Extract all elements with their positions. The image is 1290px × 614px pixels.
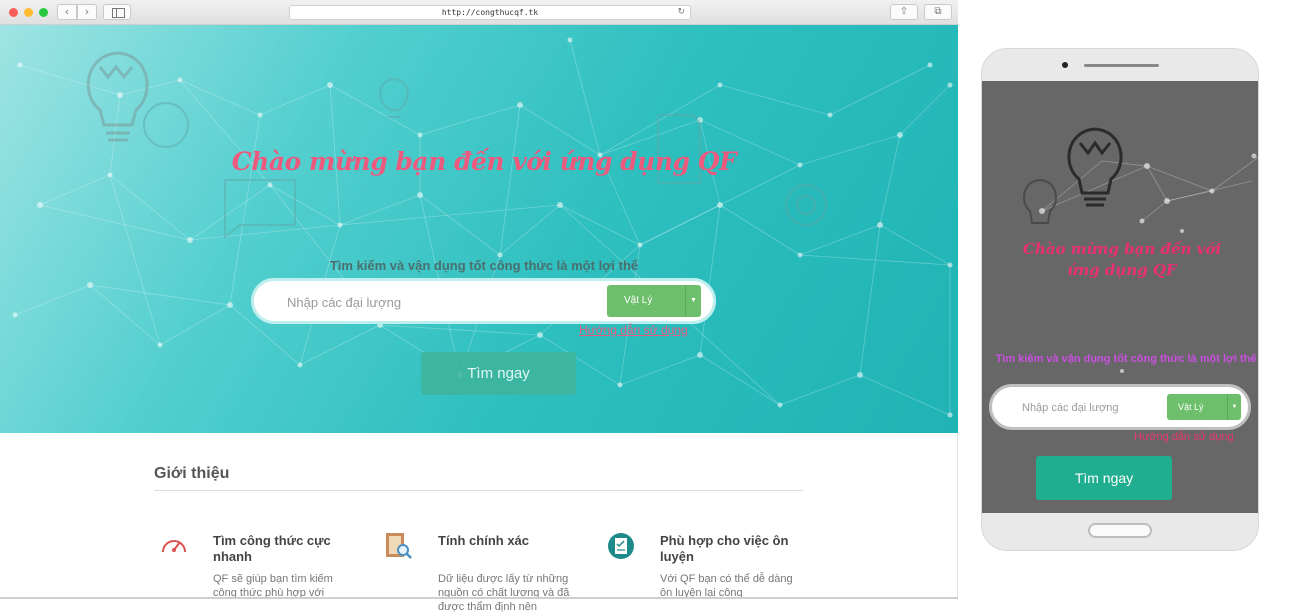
mobile-search-now-button[interactable]: Tìm ngay (1036, 456, 1172, 500)
close-window-button[interactable] (9, 8, 18, 17)
search-now-button[interactable]: Tìm ngay (421, 352, 576, 395)
mobile-subject-select[interactable]: Vật Lý ▼ (1167, 394, 1241, 420)
share-button[interactable]: ⇧ (890, 4, 918, 20)
address-bar[interactable]: http://congthucqf.tk ↻ (289, 5, 691, 20)
forward-button[interactable]: › (77, 4, 97, 20)
mobile-subject-select-value: Vật Lý (1178, 402, 1204, 412)
search-input[interactable] (287, 293, 587, 311)
search-box: Vật Lý ▼ (251, 278, 716, 324)
url-text: http://congthucqf.tk (441, 8, 539, 17)
tabs-button[interactable]: ⧉ (924, 4, 952, 20)
dropdown-arrow-icon: ▼ (685, 285, 701, 317)
tabs-icon: ⧉ (934, 6, 942, 17)
chevron-right-icon: › (84, 5, 90, 18)
hero-subtitle: Tìm kiếm và vận dụng tốt công thức là mộ… (329, 258, 639, 273)
feature-description: Dữ liệu được lấy từ những nguồn có chất … (438, 573, 570, 613)
feature-title: Tính chính xác (438, 533, 530, 548)
minimize-window-button[interactable] (24, 8, 33, 17)
mobile-search-box: Vật Lý ▼ (989, 384, 1251, 430)
feature-description: QF sẽ giúp bạn tìm kiếm công thức phù hợ… (213, 573, 333, 599)
feature-title: Tìm công thức cực nhanh (213, 533, 331, 564)
mobile-user-guide-link[interactable]: Hướng dẫn sử dụng (1134, 431, 1234, 443)
feature-title: Phù hợp cho việc ôn luyện (660, 533, 789, 564)
hero-title: Chào mừng bạn đến với ứng dụng QF (231, 147, 737, 176)
checklist-icon (608, 533, 634, 559)
mobile-hero-title: Chào mừng bạn đến với ứng dụng QF (1022, 240, 1222, 279)
chevron-left-icon: ‹ (64, 5, 70, 18)
feature-description: Với QF bạn có thể dễ dàng ôn luyện lại c… (660, 573, 793, 599)
subject-select-value: Vật Lý (624, 295, 653, 306)
back-button[interactable]: ‹ (57, 4, 77, 20)
camera-icon (1062, 62, 1068, 68)
notebook-search-icon (386, 533, 412, 559)
desktop-browser-mockup: ‹ › http://congthucqf.tk ↻ ⇧ ⧉ Chào mừng… (0, 0, 958, 613)
browser-toolbar: ‹ › http://congthucqf.tk ↻ ⇧ ⧉ (0, 0, 958, 25)
speedometer-icon (162, 540, 186, 553)
hero-section: Chào mừng bạn đến với ứng dụng QF Tìm ki… (0, 25, 958, 433)
speaker-icon (1084, 64, 1159, 67)
share-icon: ⇧ (899, 6, 909, 17)
sidebar-toggle-button[interactable] (103, 4, 131, 20)
intro-divider (154, 490, 803, 491)
mobile-phone-mockup: Chào mừng bạn đến với ứng dụng QF Tìm ki… (981, 48, 1259, 551)
browser-bottom-border (0, 597, 958, 599)
home-button[interactable] (1088, 523, 1152, 538)
subject-select[interactable]: Vật Lý ▼ (607, 285, 701, 317)
mobile-screen: Chào mừng bạn đến với ứng dụng QF Tìm ki… (982, 81, 1258, 513)
mobile-search-input[interactable] (1022, 399, 1152, 417)
reload-icon[interactable]: ↻ (677, 6, 685, 19)
maximize-window-button[interactable] (39, 8, 48, 17)
user-guide-link[interactable]: Hướng dẫn sử dụng (579, 323, 688, 337)
mobile-network-background (1023, 127, 1258, 373)
mobile-hero-subtitle: Tìm kiếm và vận dụng tốt công thức là mộ… (995, 353, 1257, 365)
intro-title: Giới thiệu (154, 465, 230, 482)
dropdown-arrow-icon: ▼ (1227, 394, 1241, 420)
